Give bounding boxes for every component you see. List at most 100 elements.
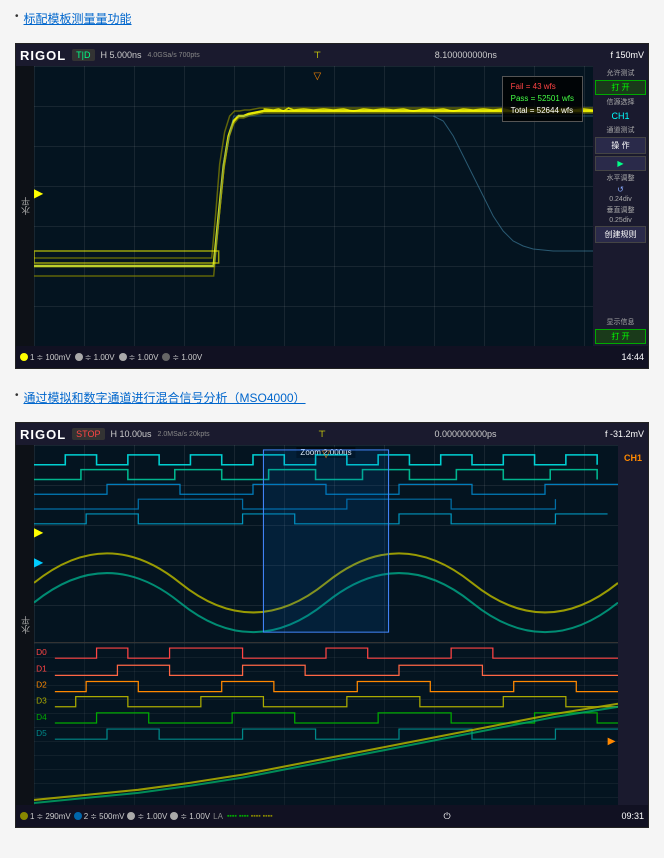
scope1-ch1-text: 1: [30, 353, 34, 362]
scope2-time: 09:31: [621, 811, 644, 821]
scope1-screen: 水平 ▶ ▽: [16, 66, 648, 346]
scope1-h-param: H 5.000ns: [101, 50, 142, 60]
scope1-sb-knob1: ↺: [595, 185, 646, 194]
scope2-grid: Zoom 2.000us ▶ ▶: [34, 445, 618, 805]
scope2-sidebar: CH1: [618, 445, 648, 805]
scope1-sample-rate: 4.0GSa/s 700pts: [148, 52, 200, 59]
scope1-pass-val: 52501 wfs: [538, 94, 574, 103]
bullet2: •: [15, 390, 19, 401]
section2-item: • 通过模拟和数字通道进行混合信号分析（MSO4000）: [15, 389, 649, 412]
scope1-ch1-ind: 1 ≑ 100mV: [20, 353, 71, 362]
scope2-ch1-label: CH1: [624, 453, 642, 463]
scope2-time-offset: 0.000000000ps: [434, 429, 496, 439]
scope2-la-bits: ▪▪▪▪ ▪▪▪▪: [227, 813, 249, 820]
scope1-ch4-val: ≑ 1.00V: [172, 353, 202, 362]
scope1-pass-label: Pass =: [511, 94, 538, 103]
scope1-sb-vval: 0.25div: [595, 217, 646, 224]
scope1-sb-play[interactable]: ▶: [595, 156, 646, 171]
scope2-trigger-pos: ⊤: [318, 429, 326, 440]
scope1-fail-val: 43 wfs: [533, 82, 556, 91]
svg-text:D0: D0: [36, 648, 47, 657]
scope2-la-bits2: ▪▪▪▪ ▪▪▪▪: [251, 813, 273, 820]
scope2-status: STOP: [72, 428, 104, 440]
scope1-ch4-dot: [162, 353, 170, 361]
scope1-time: 14:44: [621, 352, 644, 362]
scope2-screen: 水平 Zoom 2.000us ▶ ▶: [16, 445, 648, 805]
scope1-container: RIGOL T|D H 5.000ns 4.0GSa/s 700pts ⊤ 8.…: [15, 43, 649, 369]
scope1-fail-label: Fail =: [511, 82, 533, 91]
scope2-sample-rate: 2.0MSa/s 20kpts: [158, 431, 210, 438]
scope1-sidebar: 允许测试 打 开 信源选择 CH1 通道测试 操 作 ▶ 水平调整 ↺ 0.24…: [593, 66, 648, 346]
scope2-ch2-val: ≑ 500mV: [90, 812, 124, 821]
scope1-logo: RIGOL: [20, 48, 66, 63]
scope2-ch1-val: ≑ 290mV: [36, 812, 70, 821]
scope1-ch2-dot: [75, 353, 83, 361]
scope2-la-label: LA: [213, 812, 223, 821]
scope2-digital: D0 D1 D2 D3 D4 D5: [34, 643, 618, 805]
scope1-sb-label5: 垂直调整: [595, 205, 646, 215]
scope1-sb-btn9[interactable]: 打 开: [595, 329, 646, 344]
scope1-ch2-val: ≑ 1.00V: [85, 353, 115, 362]
scope1-ch3-val: ≑ 1.00V: [129, 353, 159, 362]
scope1-bottombar: 1 ≑ 100mV ≑ 1.00V ≑ 1.00V ≑ 1.00V 14:44: [16, 346, 648, 368]
scope2-la-ind: LA ▪▪▪▪ ▪▪▪▪ ▪▪▪▪ ▪▪▪▪: [213, 812, 272, 821]
scope1-ch4-ind: ≑ 1.00V: [162, 353, 202, 362]
scope1-sb-label3: 通道测试: [595, 125, 646, 135]
scope1-ch1-val: ≑ 100mV: [36, 353, 70, 362]
scope2-logo: RIGOL: [20, 427, 66, 442]
scope2-digital-waveform: D0 D1 D2 D3 D4 D5: [34, 643, 618, 805]
scope2-ch2-ind: 2 ≑ 500mV: [74, 812, 125, 821]
scope1-status: T|D: [72, 49, 94, 61]
scope2-ch4-dot: [170, 812, 178, 820]
scope2-upper-waveform: ▽: [34, 445, 618, 642]
scope2-ch3-ind: ≑ 1.00V: [127, 812, 167, 821]
scope2-ch4-ind: ≑ 1.00V: [170, 812, 210, 821]
scope1-measure-popup: Fail = 43 wfs Pass = 52501 wfs Total = 5…: [502, 76, 583, 122]
scope2-volt: f -31.2mV: [605, 429, 644, 439]
scope2-ch3-dot: [127, 812, 135, 820]
scope1-sb-btn1[interactable]: 打 开: [595, 80, 646, 95]
scope1-trigger-pos: ⊤: [313, 50, 321, 61]
svg-text:D3: D3: [36, 697, 47, 706]
scope2-ch4-val: ≑ 1.00V: [180, 812, 210, 821]
scope2-ch1-num: 1: [30, 812, 34, 821]
scope2-ch1-dot: [20, 812, 28, 820]
scope2-container: RIGOL STOP H 10.00us 2.0MSa/s 20kpts ⊤ 0…: [15, 422, 649, 828]
scope1-sb-btn8[interactable]: 创建规则: [595, 226, 646, 243]
svg-text:D4: D4: [36, 713, 47, 722]
svg-text:D5: D5: [36, 729, 47, 738]
scope1-sb-label1: 允许测试: [595, 68, 646, 78]
scope1-ch1-dot: [20, 353, 28, 361]
scope1-ylabel: 水平: [16, 66, 34, 346]
scope1-sb-hval: 0.24div: [595, 196, 646, 203]
scope2-upper: Zoom 2.000us ▶ ▶: [34, 445, 618, 643]
svg-text:▶: ▶: [608, 736, 616, 747]
scope2-ch3-val: ≑ 1.00V: [137, 812, 167, 821]
scope2-ch2-dot: [74, 812, 82, 820]
scope1-sb-label4: 水平调整: [595, 173, 646, 183]
scope1-grid: ▶ ▽: [34, 66, 593, 346]
scope2-usb-icon: ⏻: [443, 811, 450, 822]
scope1-ch2-ind: ≑ 1.00V: [75, 353, 115, 362]
bullet1: •: [15, 11, 19, 22]
scope2-topbar: RIGOL STOP H 10.00us 2.0MSa/s 20kpts ⊤ 0…: [16, 423, 648, 445]
section2-link[interactable]: 通过模拟和数字通道进行混合信号分析（MSO4000）: [24, 389, 306, 406]
svg-text:D2: D2: [36, 681, 47, 690]
scope1-ch3-ind: ≑ 1.00V: [119, 353, 159, 362]
scope2-ylabel: 水平: [16, 445, 34, 805]
scope1-volt: f 150mV: [610, 50, 644, 60]
scope2-ch2-num: 2: [84, 812, 88, 821]
section1-item: • 标配模板测量量功能: [15, 10, 649, 33]
scope2-h-param: H 10.00us: [111, 429, 152, 439]
scope2-bottombar: 1 ≑ 290mV 2 ≑ 500mV ≑ 1.00V ≑ 1.00V LA ▪…: [16, 805, 648, 827]
scope1-sb-label6: 显示信息: [595, 317, 646, 327]
scope1-total-val: 52644 wfs: [537, 106, 573, 115]
scope1-total-label: Total =: [511, 106, 537, 115]
svg-text:D1: D1: [36, 664, 47, 673]
scope1-ch3-dot: [119, 353, 127, 361]
scope1-sb-btn5[interactable]: 操 作: [595, 137, 646, 154]
scope1-sb-ch1[interactable]: CH1: [595, 109, 646, 123]
scope1-sb-label2: 信源选择: [595, 97, 646, 107]
scope1-time-offset: 8.100000000ns: [435, 50, 497, 60]
section1-link[interactable]: 标配模板测量量功能: [24, 10, 132, 27]
